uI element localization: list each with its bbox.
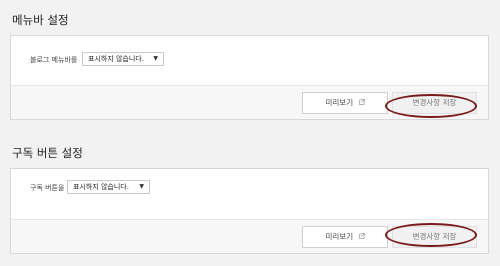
menubar-setting-row: 블로그 메뉴바를 표시하지 않습니다. ▼ xyxy=(11,36,488,88)
subscribe-section-title: 구독 버튼 설정 xyxy=(12,146,83,160)
subscribe-select-value: 표시하지 않습니다. xyxy=(73,183,129,191)
menubar-save-button[interactable]: 변경사항 저장 xyxy=(392,92,477,114)
menubar-settings-panel: 블로그 메뉴바를 표시하지 않습니다. ▼ 미리보기 변경사항 저장 xyxy=(10,35,489,120)
menubar-select-value: 표시하지 않습니다. xyxy=(88,55,144,63)
menubar-preview-button[interactable]: 미리보기 xyxy=(302,92,388,114)
external-link-icon xyxy=(358,99,365,105)
subscribe-preview-button[interactable]: 미리보기 xyxy=(302,226,388,248)
menubar-field-label: 블로그 메뉴바를 xyxy=(30,56,78,64)
subscribe-save-button[interactable]: 변경사항 저장 xyxy=(392,226,477,248)
save-label: 변경사항 저장 xyxy=(412,98,457,107)
preview-label: 미리보기 xyxy=(325,232,354,241)
preview-label: 미리보기 xyxy=(325,98,354,107)
save-label: 변경사항 저장 xyxy=(412,232,457,241)
menubar-footer: 미리보기 변경사항 저장 xyxy=(11,85,488,119)
menubar-section-title: 메뉴바 설정 xyxy=(12,13,69,27)
subscribe-footer: 미리보기 변경사항 저장 xyxy=(11,219,488,253)
subscribe-visibility-select[interactable]: 표시하지 않습니다. ▼ xyxy=(67,180,150,194)
subscribe-field-label: 구독 버튼을 xyxy=(30,184,65,192)
subscribe-settings-panel: 구독 버튼을 표시하지 않습니다. ▼ 미리보기 변경사항 저장 xyxy=(10,168,489,254)
subscribe-setting-row: 구독 버튼을 표시하지 않습니다. ▼ xyxy=(11,169,488,221)
caret-down-icon: ▼ xyxy=(153,55,158,62)
external-link-icon xyxy=(358,233,365,239)
caret-down-icon: ▼ xyxy=(139,183,144,190)
menubar-visibility-select[interactable]: 표시하지 않습니다. ▼ xyxy=(82,52,164,66)
